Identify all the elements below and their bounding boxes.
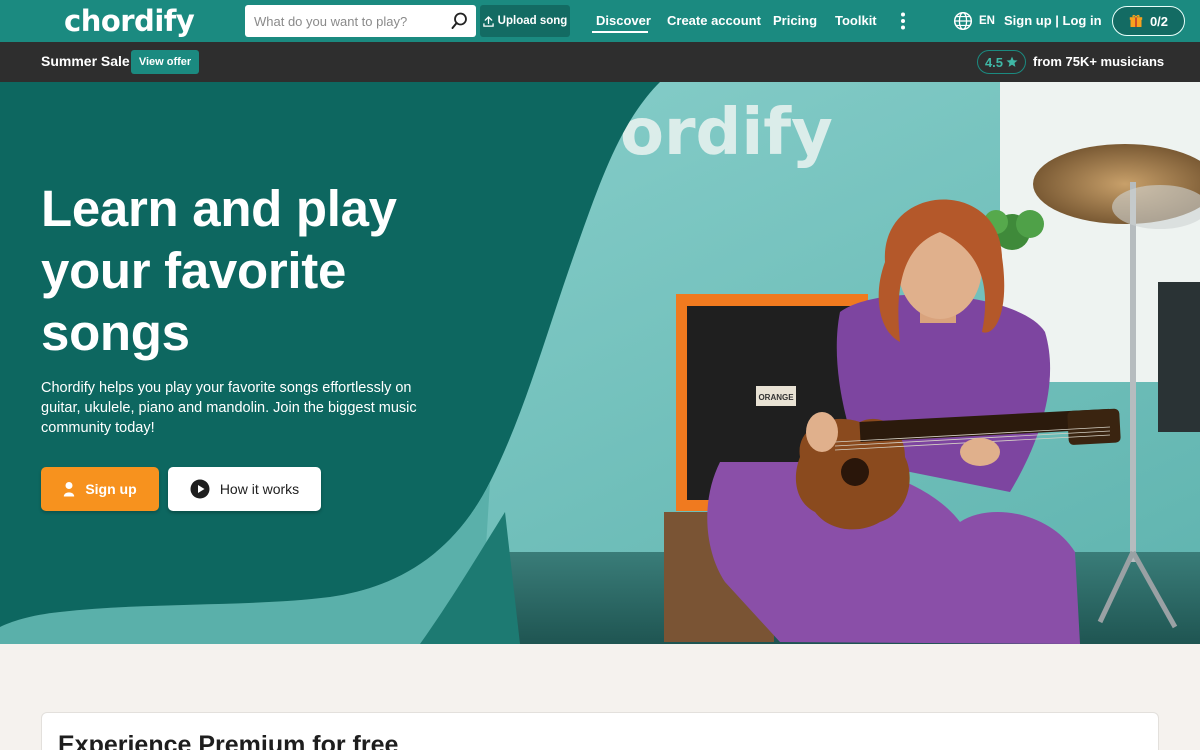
search-box[interactable] (245, 5, 476, 37)
user-icon (64, 482, 75, 497)
gift-counter-button[interactable]: 0/2 (1112, 6, 1185, 36)
hero-title: Learn and play your favorite songs (41, 180, 397, 361)
nav-create-account[interactable]: Create account (667, 13, 761, 28)
premium-title: Experience Premium for free (58, 731, 399, 750)
language-selector[interactable]: EN (979, 15, 995, 27)
gift-count: 0/2 (1149, 13, 1169, 29)
hero-signup-label: Sign up (85, 481, 137, 497)
promo-bar: Summer Sale! View offer 4.5 from 75K+ mu… (0, 42, 1200, 82)
upload-song-button[interactable]: Upload song (480, 5, 570, 37)
rating-value: 4.5 (984, 54, 1004, 70)
star-icon (1006, 56, 1018, 67)
search-input[interactable] (245, 6, 441, 36)
gift-icon (1129, 14, 1143, 27)
signup-login-link[interactable]: Sign up | Log in (1004, 13, 1102, 28)
chordify-logo[interactable]: chordify (64, 4, 195, 38)
amp-label: ORANGE (758, 393, 794, 402)
nav-toolkit[interactable]: Toolkit (835, 13, 877, 28)
upload-song-label: Upload song (497, 15, 568, 27)
nav-pricing[interactable]: Pricing (773, 13, 817, 28)
rating-badge: 4.5 (977, 50, 1026, 74)
hero-subtitle: Chordify helps you play your favorite so… (41, 380, 417, 436)
summer-sale-text: Summer Sale! (41, 53, 135, 69)
search-icon[interactable] (448, 10, 470, 32)
globe-icon[interactable] (953, 11, 973, 31)
top-navigation-bar: chordify Upload song Discover Create acc… (0, 0, 1200, 42)
how-it-works-button[interactable]: How it works (168, 467, 321, 511)
upload-icon (482, 15, 494, 27)
how-it-works-label: How it works (219, 481, 300, 497)
hero-signup-button[interactable]: Sign up (41, 467, 159, 511)
more-vertical-icon[interactable] (896, 11, 910, 31)
nav-discover[interactable]: Discover (596, 13, 651, 28)
play-icon (190, 479, 210, 499)
premium-card: Experience Premium for free (41, 712, 1159, 750)
rating-caption: from 75K+ musicians (1033, 54, 1165, 69)
view-offer-button[interactable]: View offer (131, 50, 199, 74)
wall-logo-text: ordify (620, 96, 833, 170)
nav-active-indicator (592, 31, 648, 33)
hero-section: ordify ORANGE Learn and play your favori… (0, 82, 1200, 644)
